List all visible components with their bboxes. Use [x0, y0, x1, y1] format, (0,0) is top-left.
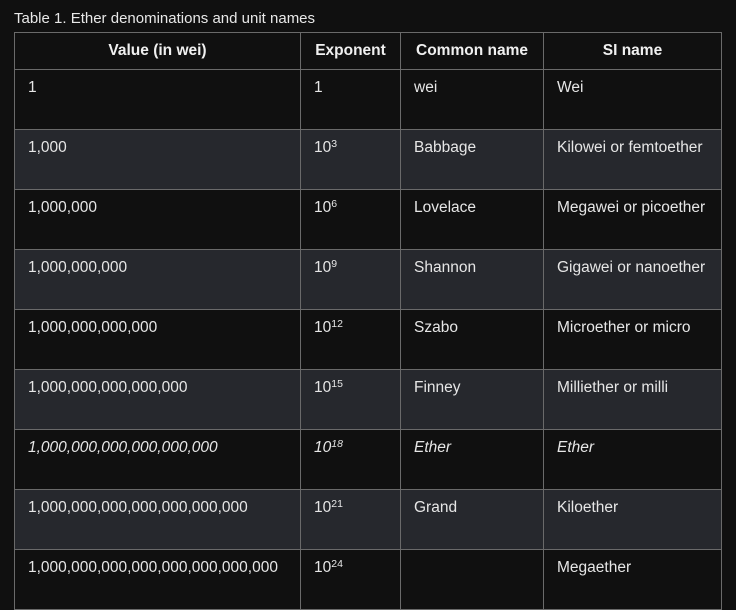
- cell-common-name: Ether: [400, 429, 544, 490]
- cell-value: 1: [14, 69, 301, 130]
- cell-value: 1,000,000: [14, 189, 301, 250]
- cell-common-name: Szabo: [400, 309, 544, 370]
- cell-si-name: Kiloether: [543, 489, 722, 550]
- cell-exponent: 103: [300, 129, 401, 190]
- table-row: 1,000,000,000,000,000,000 1018 Ether Ether: [14, 429, 722, 490]
- header-common-name: Common name: [400, 32, 544, 70]
- header-exponent: Exponent: [300, 32, 401, 70]
- exponent-base: 10: [314, 559, 332, 576]
- table-row: 1,000,000 106 Lovelace Megawei or picoether: [14, 189, 722, 250]
- table-caption: Table 1. Ether denominations and unit na…: [14, 10, 316, 27]
- cell-value: 1,000,000,000,000,000: [14, 369, 301, 430]
- header-si-name: SI name: [543, 32, 722, 70]
- exponent-base: 10: [314, 199, 332, 216]
- cell-value: 1,000,000,000,000: [14, 309, 301, 370]
- table-row: 1,000 103 Babbage Kilowei or femtoether: [14, 129, 722, 190]
- table-row: 1 1 wei Wei: [14, 69, 722, 130]
- exponent-power: 15: [331, 378, 343, 390]
- exponent-power: 24: [331, 558, 343, 570]
- exponent-power: 21: [331, 498, 343, 510]
- cell-common-name: Grand: [400, 489, 544, 550]
- exponent-base: 10: [314, 499, 332, 516]
- cell-si-name: Kilowei or femtoether: [543, 129, 722, 190]
- cell-si-name: Milliether or milli: [543, 369, 722, 430]
- cell-si-name: Gigawei or nanoether: [543, 249, 722, 310]
- exponent-base: 10: [314, 379, 332, 396]
- exponent-power: 9: [331, 258, 338, 270]
- table-row: 1,000,000,000 109 Shannon Gigawei or nanoet…: [14, 249, 722, 310]
- cell-si-name: Ether: [543, 429, 722, 490]
- exponent-power: 12: [331, 318, 343, 330]
- cell-si-name: Wei: [543, 69, 722, 130]
- cell-exponent: 1012: [300, 309, 401, 370]
- cell-value: 1,000,000,000,000,000,000,000: [14, 489, 301, 550]
- cell-common-name: Finney: [400, 369, 544, 430]
- exponent-power: 18: [331, 438, 343, 450]
- header-value: Value (in wei): [14, 32, 301, 70]
- table-row: 1,000,000,000,000,000 1015 Finney Milliethe…: [14, 369, 722, 430]
- cell-si-name: Megawei or picoether: [543, 189, 722, 250]
- header-row: Value (in wei) Exponent Common name SI n…: [14, 32, 722, 70]
- cell-exponent: 109: [300, 249, 401, 310]
- exponent-power: 6: [331, 198, 338, 210]
- exponent-base: 10: [314, 319, 332, 336]
- cell-exponent: 1018: [300, 429, 401, 490]
- cell-exponent: 1: [300, 69, 401, 130]
- table-row: 1,000,000,000,000 1012 Szabo Microether or …: [14, 309, 722, 370]
- cell-exponent: 106: [300, 189, 401, 250]
- exponent-base: 1: [314, 79, 323, 96]
- cell-common-name: wei: [400, 69, 544, 130]
- cell-value: 1,000,000,000,000,000,000: [14, 429, 301, 490]
- cell-exponent: 1021: [300, 489, 401, 550]
- table-row: 1,000,000,000,000,000,000,000 1021 Grand Ki…: [14, 489, 722, 550]
- exponent-base: 10: [314, 439, 332, 456]
- cell-value: 1,000: [14, 129, 301, 190]
- exponent-base: 10: [314, 139, 332, 156]
- cell-exponent: 1015: [300, 369, 401, 430]
- exponent-base: 10: [314, 259, 332, 276]
- cell-common-name: Babbage: [400, 129, 544, 190]
- exponent-power: 3: [331, 138, 338, 150]
- cell-common-name: Lovelace: [400, 189, 544, 250]
- cell-si-name: Microether or micro: [543, 309, 722, 370]
- cell-value: 1,000,000,000: [14, 249, 301, 310]
- denominations-table: Value (in wei) Exponent Common name SI n…: [14, 32, 722, 610]
- cell-common-name: Shannon: [400, 249, 544, 310]
